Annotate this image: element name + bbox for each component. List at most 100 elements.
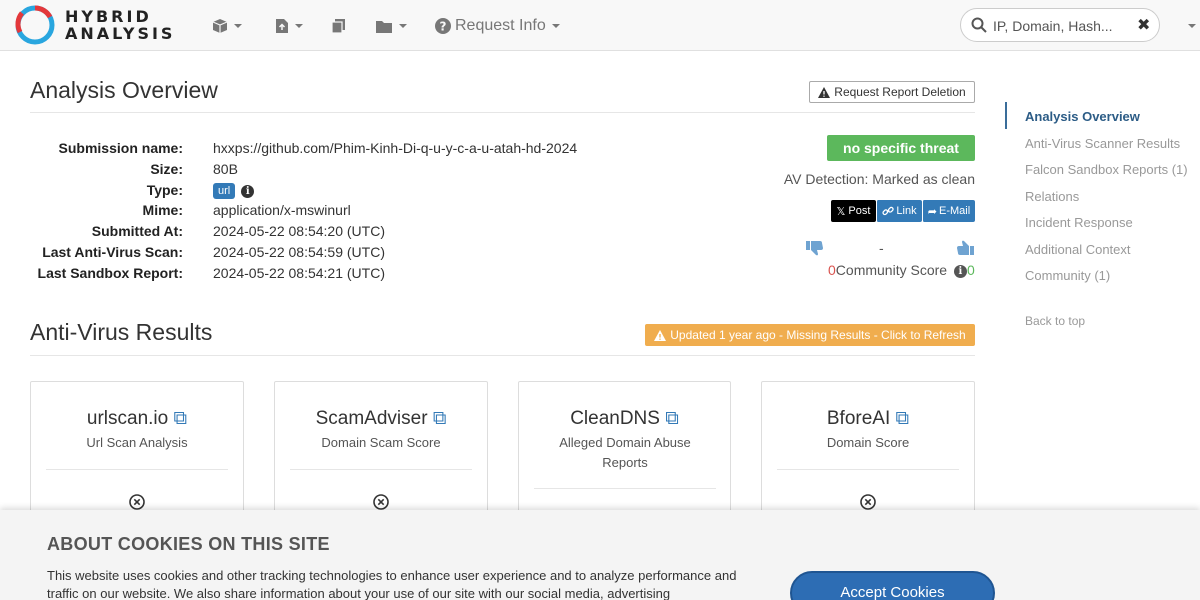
last-sandbox-report-value: 2024-05-22 08:54:21 (UTC): [213, 265, 385, 281]
detail-row-submission: Submission name: hxxps://github.com/Phim…: [30, 140, 578, 160]
detail-label: Last Anti-Virus Scan:: [42, 244, 183, 260]
brand-logo[interactable]: HYBRID ANALYSIS: [14, 4, 175, 46]
sidebar-item-antivirus[interactable]: Anti-Virus Scanner Results: [1025, 136, 1180, 151]
request-deletion-button[interactable]: Request Report Deletion: [809, 81, 975, 103]
detail-label: Last Sandbox Report:: [37, 265, 183, 281]
av-card-subtitle: Alleged Domain Abuse Reports: [559, 435, 691, 470]
info-icon[interactable]: i: [241, 184, 255, 198]
av-detection-text: AV Detection: Marked as clean: [783, 171, 975, 187]
nav-folder-menu[interactable]: [375, 14, 407, 38]
info-icon[interactable]: i: [953, 264, 967, 278]
times-circle-icon: [129, 494, 145, 510]
link-icon: [882, 206, 895, 216]
cookie-title: ABOUT COOKIES ON THIS SITE: [47, 534, 330, 554]
back-to-top-link[interactable]: Back to top: [1025, 314, 1085, 328]
external-link-icon[interactable]: ⧉: [433, 408, 447, 429]
analysis-overview-title: Analysis Overview: [30, 77, 218, 103]
request-info-label: Request Info: [455, 17, 546, 34]
av-card-name: CleanDNS: [570, 408, 660, 429]
av-card-name: urlscan.io: [86, 408, 169, 429]
brand-line1: HYBRID: [65, 7, 152, 26]
divider: [30, 355, 975, 356]
chevron-down-icon: [399, 24, 407, 28]
detail-row-size: Size: 80B: [30, 161, 238, 181]
detail-label: Submitted At:: [91, 223, 183, 239]
detail-label: Size:: [150, 161, 183, 177]
type-badge: url: [213, 183, 236, 200]
divider: [30, 112, 975, 113]
size-value: 80B: [213, 161, 238, 177]
warning-icon: [654, 329, 667, 341]
thumbs-down-icon[interactable]: [806, 240, 824, 256]
cookie-text: This website uses cookies and other trac…: [47, 568, 737, 600]
logo-ring-icon: [15, 5, 55, 45]
refresh-results-button[interactable]: Updated 1 year ago - Missing Results - C…: [645, 324, 975, 346]
question-circle-icon: ?: [435, 18, 451, 34]
search-input[interactable]: [993, 16, 1128, 36]
upvote-count: 0: [966, 262, 975, 278]
cube-icon: [212, 19, 228, 33]
av-card-title[interactable]: ScamAdviser ⧉: [275, 408, 487, 430]
cookie-banner: ABOUT COOKIES ON THIS SITE This website …: [0, 510, 1200, 600]
share-arrow-icon: ➦: [927, 205, 938, 218]
submitted-at-value: 2024-05-22 08:54:20 (UTC): [213, 223, 385, 239]
detail-row-submitted: Submitted At: 2024-05-22 08:54:20 (UTC): [30, 223, 385, 243]
chevron-down-icon[interactable]: [1188, 24, 1196, 28]
av-card-subtitle: Domain Score: [826, 435, 910, 450]
share-email-label: E-Mail: [939, 205, 971, 217]
av-card-title[interactable]: BforeAI ⧉: [762, 408, 974, 430]
external-link-icon[interactable]: ⧉: [896, 408, 910, 429]
community-score-label: Community Score: [835, 262, 948, 278]
av-card-title[interactable]: urlscan.io ⧉: [31, 408, 243, 430]
detail-label: Type:: [146, 182, 183, 198]
accept-cookies-button[interactable]: Accept Cookies: [790, 571, 995, 600]
copy-icon: [331, 19, 345, 34]
sidebar-item-community[interactable]: Community (1): [1025, 268, 1110, 283]
community-score: 0Community Score i0: [828, 262, 975, 278]
brand-line2: ANALYSIS: [65, 24, 176, 43]
detail-row-av-scan: Last Anti-Virus Scan: 2024-05-22 08:54:5…: [30, 244, 385, 264]
submission-name-value: hxxps://github.com/Phim-Kinh-Di-q-u-y-c-…: [213, 140, 578, 156]
share-link-button[interactable]: Link: [876, 200, 922, 222]
av-card-subtitle: Url Scan Analysis: [86, 435, 188, 450]
sidebar-item-additional-context[interactable]: Additional Context: [1025, 242, 1131, 257]
detail-row-sandbox: Last Sandbox Report: 2024-05-22 08:54:21…: [30, 265, 385, 285]
downvote-count: 0: [828, 262, 836, 278]
threat-verdict-badge: no specific threat: [827, 135, 975, 161]
detail-label: Submission name:: [58, 140, 183, 156]
clear-search-icon[interactable]: ✖: [1137, 15, 1150, 35]
top-navbar: HYBRID ANALYSIS ? Request Info ✖: [0, 0, 1200, 51]
times-circle-icon: [373, 494, 389, 510]
chevron-down-icon: [551, 24, 560, 28]
svg-text:?: ?: [440, 20, 447, 34]
av-card-title[interactable]: CleanDNS ⧉: [519, 408, 730, 430]
type-value: url i: [213, 182, 255, 200]
nav-sandbox-menu[interactable]: [212, 14, 242, 38]
share-link-label: Link: [896, 205, 917, 217]
divider: [290, 469, 472, 470]
sidenav-active-indicator: [1005, 102, 1007, 129]
nav-copy-button[interactable]: [331, 14, 346, 38]
nav-request-info-menu[interactable]: ? Request Info: [435, 14, 560, 38]
detail-row-mime: Mime: application/x-mswinurl: [30, 202, 351, 222]
antivirus-results-title: Anti-Virus Results: [30, 319, 213, 345]
request-deletion-label: Request Report Deletion: [834, 85, 966, 99]
av-card-subtitle: Domain Scam Score: [321, 435, 441, 450]
thumbs-up-icon[interactable]: [956, 240, 974, 256]
times-circle-icon: [860, 494, 876, 510]
sidebar-item-relations[interactable]: Relations: [1025, 189, 1079, 204]
divider: [534, 488, 716, 489]
share-post-button[interactable]: 𝕏 Post: [831, 200, 876, 222]
search-box: ✖: [960, 8, 1160, 42]
share-email-button[interactable]: ➦ E-Mail: [922, 200, 975, 222]
sidebar-item-incident-response[interactable]: Incident Response: [1025, 215, 1133, 230]
nav-file-menu[interactable]: [275, 14, 303, 38]
detail-row-type: Type: url i: [30, 182, 255, 202]
last-av-scan-value: 2024-05-22 08:54:59 (UTC): [213, 244, 385, 260]
warning-icon: [818, 86, 831, 98]
mime-value: application/x-mswinurl: [213, 202, 351, 218]
sidebar-item-falcon-sandbox[interactable]: Falcon Sandbox Reports (1): [1025, 162, 1188, 177]
sidebar-item-analysis-overview[interactable]: Analysis Overview: [1025, 109, 1140, 124]
external-link-icon[interactable]: ⧉: [174, 408, 188, 429]
external-link-icon[interactable]: ⧉: [665, 408, 679, 429]
